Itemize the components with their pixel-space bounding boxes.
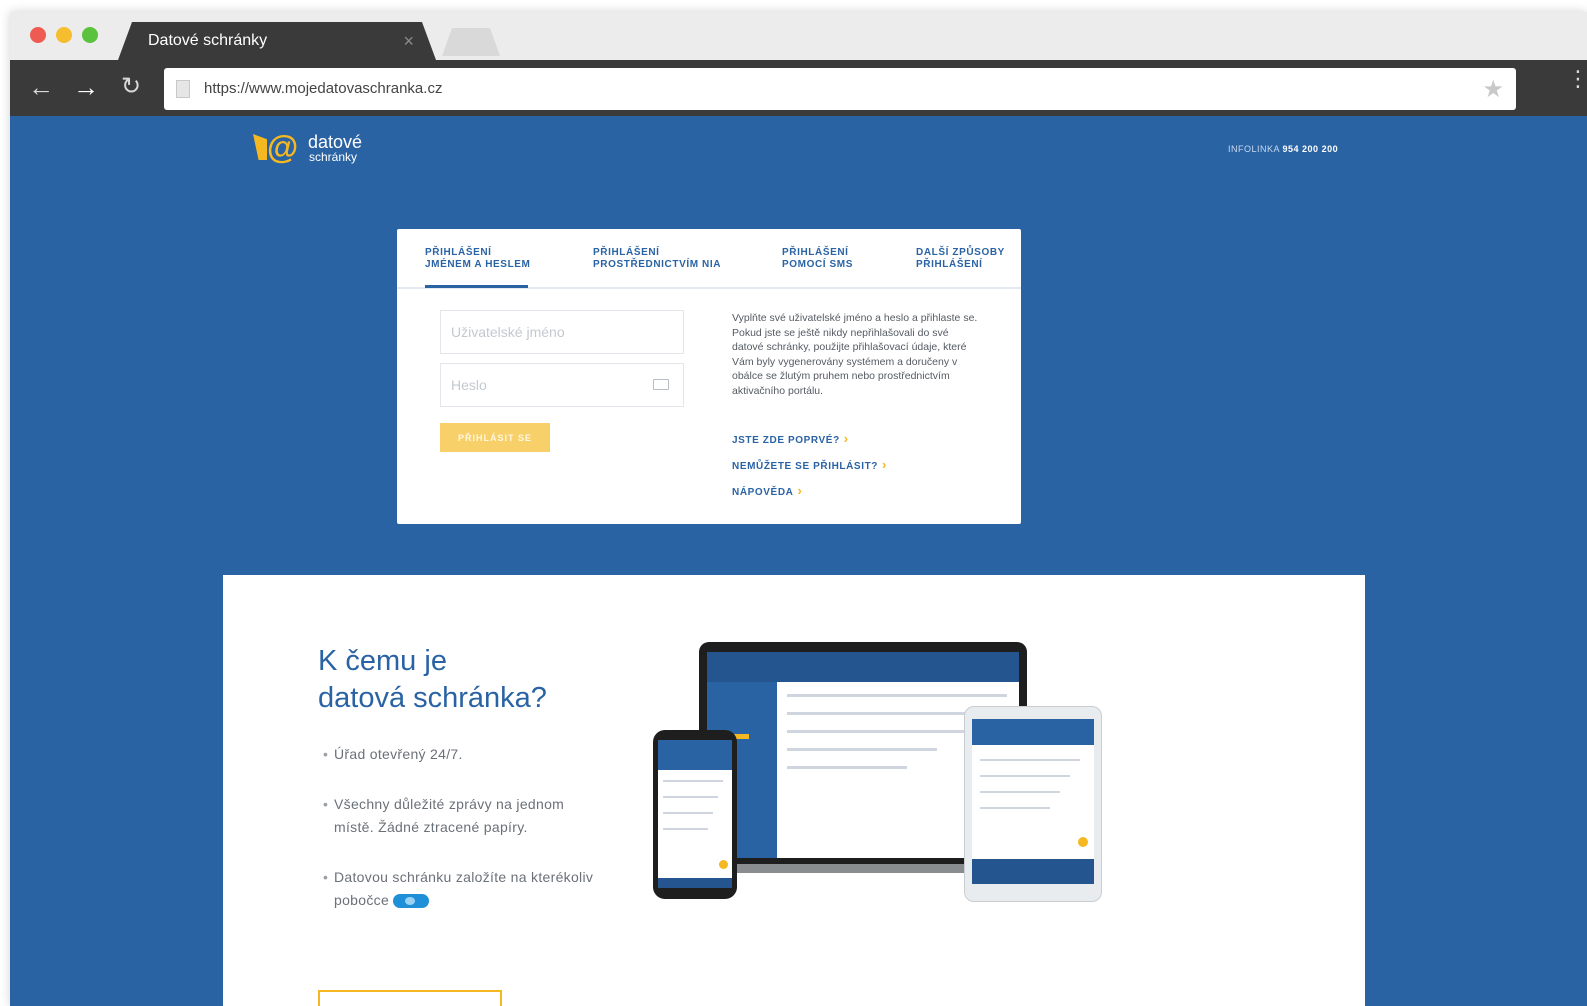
tab-nia[interactable]: PŘIHLÁŠENÍ PROSTŘEDNICTVÍM NIA xyxy=(593,247,721,271)
active-tab-indicator xyxy=(425,285,528,288)
cannot-login-link[interactable]: NEMŮŽETE SE PŘIHLÁSIT? › xyxy=(732,457,887,472)
browser-window: Datové schránky × ← → ↻ https://www.moje… xyxy=(10,12,1587,1006)
chevron-right-icon: › xyxy=(843,431,849,446)
help-link-label: NÁPOVĚDA xyxy=(732,487,794,498)
new-tab-button[interactable] xyxy=(442,28,500,56)
infoline: INFOLINKA 954 200 200 xyxy=(1228,144,1338,154)
screen-row xyxy=(787,712,987,715)
tablet-illustration xyxy=(964,706,1102,902)
screen-row xyxy=(663,796,718,798)
bullet-item: Úřad otevřený 24/7. xyxy=(323,743,604,766)
page-content: @ datové schránky INFOLINKA 954 200 200 … xyxy=(10,116,1587,1006)
info-title: K čemu je datová schránka? xyxy=(318,645,547,714)
tablet-action-dot xyxy=(1078,837,1088,847)
browser-tab[interactable]: Datové schránky × xyxy=(118,22,436,60)
login-card: PŘIHLÁŠENÍ JMÉNEM A HESLEM PŘIHLÁŠENÍ PR… xyxy=(397,229,1021,524)
screen-row xyxy=(663,828,708,830)
browser-toolbar: ← → ↻ https://www.mojedatovaschranka.cz … xyxy=(10,60,1587,116)
first-time-link[interactable]: JSTE ZDE POPRVÉ? › xyxy=(732,431,849,446)
tab-title: Datové schránky xyxy=(148,32,268,49)
cta-button[interactable] xyxy=(318,990,502,1006)
login-description: Vyplňte své uživatelské jméno a heslo a … xyxy=(732,312,978,397)
logo-word-datove: datové xyxy=(308,132,363,152)
bullet-item-text: Datovou schránku založíte na kterékoliv … xyxy=(334,869,594,908)
screen-row xyxy=(787,694,1007,697)
logo-at-sign: @ xyxy=(267,129,299,165)
info-section: K čemu je datová schránka? Úřad otevřený… xyxy=(223,575,1365,1006)
screen-row xyxy=(787,748,937,751)
phone-illustration xyxy=(653,730,737,899)
logo-word-schranky: schránky xyxy=(309,150,358,164)
username-field-wrapper xyxy=(440,310,684,354)
phone-screen xyxy=(658,740,732,888)
phone-action-dot xyxy=(719,860,728,869)
infoline-number[interactable]: 954 200 200 xyxy=(1283,144,1339,154)
tablet-footer-bar xyxy=(972,859,1094,884)
back-icon[interactable]: ← xyxy=(26,72,56,102)
screen-row xyxy=(787,766,907,769)
title-bar: Datové schránky × xyxy=(10,12,1587,60)
tablet-screen xyxy=(972,719,1094,884)
chevron-right-icon: › xyxy=(797,483,803,498)
bullet-item: Datovou schránku založíte na kterékoliv … xyxy=(323,866,604,912)
keyboard-icon[interactable] xyxy=(653,379,669,390)
screen-row xyxy=(663,812,713,814)
maximize-window-button[interactable] xyxy=(82,27,98,43)
screen-row xyxy=(663,780,723,782)
datove-schranky-logo[interactable]: @ datové schránky xyxy=(253,129,373,172)
phone-footer-bar xyxy=(658,878,732,888)
login-button[interactable]: PŘIHLÁSIT SE xyxy=(440,423,550,452)
tablet-header-bar xyxy=(972,719,1094,745)
infoline-label: INFOLINKA xyxy=(1228,144,1280,154)
login-tabs: PŘIHLÁŠENÍ JMÉNEM A HESLEM PŘIHLÁŠENÍ PR… xyxy=(397,229,1021,289)
username-input[interactable] xyxy=(441,311,661,353)
reload-icon[interactable]: ↻ xyxy=(116,72,146,102)
phone-header-bar xyxy=(658,740,732,770)
close-window-button[interactable] xyxy=(30,27,46,43)
forward-icon[interactable]: → xyxy=(71,72,101,102)
browser-menu-icon[interactable]: ⋮ xyxy=(1567,68,1587,90)
screen-row xyxy=(787,730,967,733)
screen-row xyxy=(980,759,1080,761)
tab-close-icon[interactable]: × xyxy=(403,31,414,52)
czech-post-icon xyxy=(393,894,430,909)
screen-row xyxy=(980,775,1070,777)
bookmark-star-icon[interactable]: ★ xyxy=(1482,75,1504,104)
tab-name-password[interactable]: PŘIHLÁŠENÍ JMÉNEM A HESLEM xyxy=(425,247,531,271)
first-time-link-label: JSTE ZDE POPRVÉ? xyxy=(732,435,840,446)
chevron-right-icon: › xyxy=(881,457,887,472)
password-input[interactable] xyxy=(441,364,661,406)
tab-other-methods[interactable]: DALŠÍ ZPŮSOBY PŘIHLÁŠENÍ xyxy=(916,247,1005,271)
address-bar[interactable]: https://www.mojedatovaschranka.cz ★ xyxy=(164,68,1516,110)
password-field-wrapper xyxy=(440,363,684,407)
screen-row xyxy=(980,807,1050,809)
minimize-window-button[interactable] xyxy=(56,27,72,43)
help-link[interactable]: NÁPOVĚDA › xyxy=(732,483,802,498)
url-text[interactable]: https://www.mojedatovaschranka.cz xyxy=(204,80,442,97)
post-horn-icon xyxy=(253,134,267,160)
page-icon xyxy=(176,80,190,98)
cannot-login-link-label: NEMŮŽETE SE PŘIHLÁSIT? xyxy=(732,461,878,472)
screen-row xyxy=(980,791,1060,793)
bullet-item: Všechny důležité zprávy na jednom místě.… xyxy=(323,793,604,839)
screen-header-bar xyxy=(707,652,1019,682)
tab-sms[interactable]: PŘIHLÁŠENÍ POMOCÍ SMS xyxy=(782,247,853,271)
